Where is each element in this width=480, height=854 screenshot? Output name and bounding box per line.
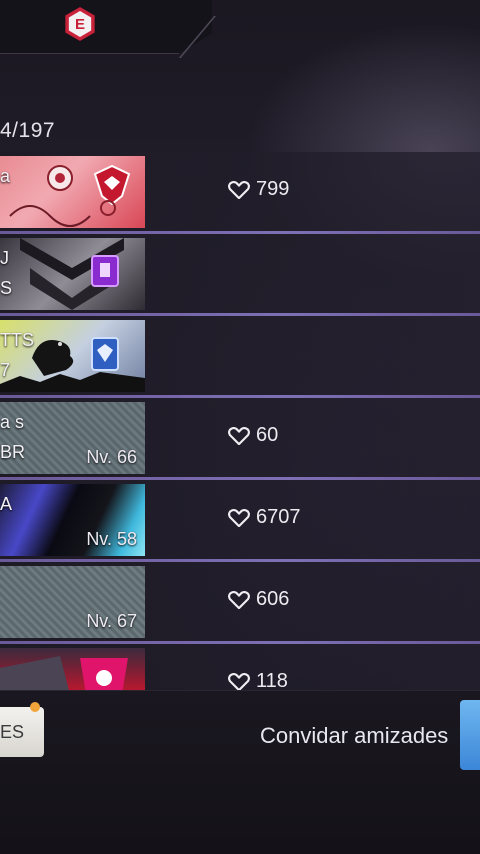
likes-value: 606 [256,588,290,610]
banner-name: J [0,248,9,268]
friend-row[interactable]: 118 [0,644,480,692]
likes-value: 118 [256,670,288,692]
friend-row[interactable]: a 799 [0,152,480,234]
player-level: Nv. 58 [86,529,137,549]
friend-list[interactable]: a 799 J S TTS 7 a s BR Nv. 66 60 A Nv. 5… [0,152,480,692]
friend-banner[interactable]: a [0,156,145,228]
banner-name: a [0,166,11,186]
banner-name: TTS [0,330,34,350]
player-level: Nv. 66 [86,447,137,467]
banner-art-icon [0,656,128,692]
left-action-label: ES [0,721,25,742]
top-tab[interactable] [0,0,212,54]
bottom-bar [0,690,480,854]
rank-badge-letter: E [68,11,92,37]
likes-value: 60 [256,424,279,446]
invite-friends-button[interactable] [460,700,480,770]
friend-row[interactable]: Nv. 67 606 [0,562,480,644]
friend-banner[interactable]: TTS 7 [0,320,145,392]
likes-count: 118 [228,670,288,692]
heart-icon [228,180,250,199]
friend-row[interactable]: A Nv. 58 6707 [0,480,480,562]
banner-tag: S [0,278,13,298]
friend-counter: 4/197 [0,119,56,142]
likes-count: 799 [228,178,289,201]
likes-count: 606 [228,588,289,611]
likes-value: 6707 [256,506,301,528]
invite-friends-label: Convidar amizades [260,723,449,748]
likes-count: 6707 [228,506,301,529]
heart-icon [228,590,250,609]
friend-row[interactable]: a s BR Nv. 66 60 [0,398,480,480]
banner-art-icon [9,164,131,227]
banner-art-icon [20,238,124,310]
friend-banner[interactable]: a s BR Nv. 66 [0,402,145,474]
heart-icon [228,672,250,691]
notification-dot [30,702,40,712]
banner-name: A [0,494,13,514]
heart-icon [228,508,250,527]
heart-icon [228,426,250,445]
left-action-button[interactable]: ES [0,707,44,757]
friend-row[interactable]: TTS 7 [0,316,480,398]
likes-value: 799 [256,178,290,200]
player-level: Nv. 67 [86,611,137,631]
friend-row[interactable]: J S [0,234,480,316]
banner-tag: 7 [0,360,11,380]
likes-count: 60 [228,424,278,447]
friend-banner[interactable]: Nv. 67 [0,566,145,638]
friend-banner[interactable]: A Nv. 58 [0,484,145,556]
friend-banner[interactable]: J S [0,238,145,310]
friend-banner[interactable] [0,648,145,692]
banner-tag: BR [0,442,26,462]
banner-name: a s [0,412,25,432]
